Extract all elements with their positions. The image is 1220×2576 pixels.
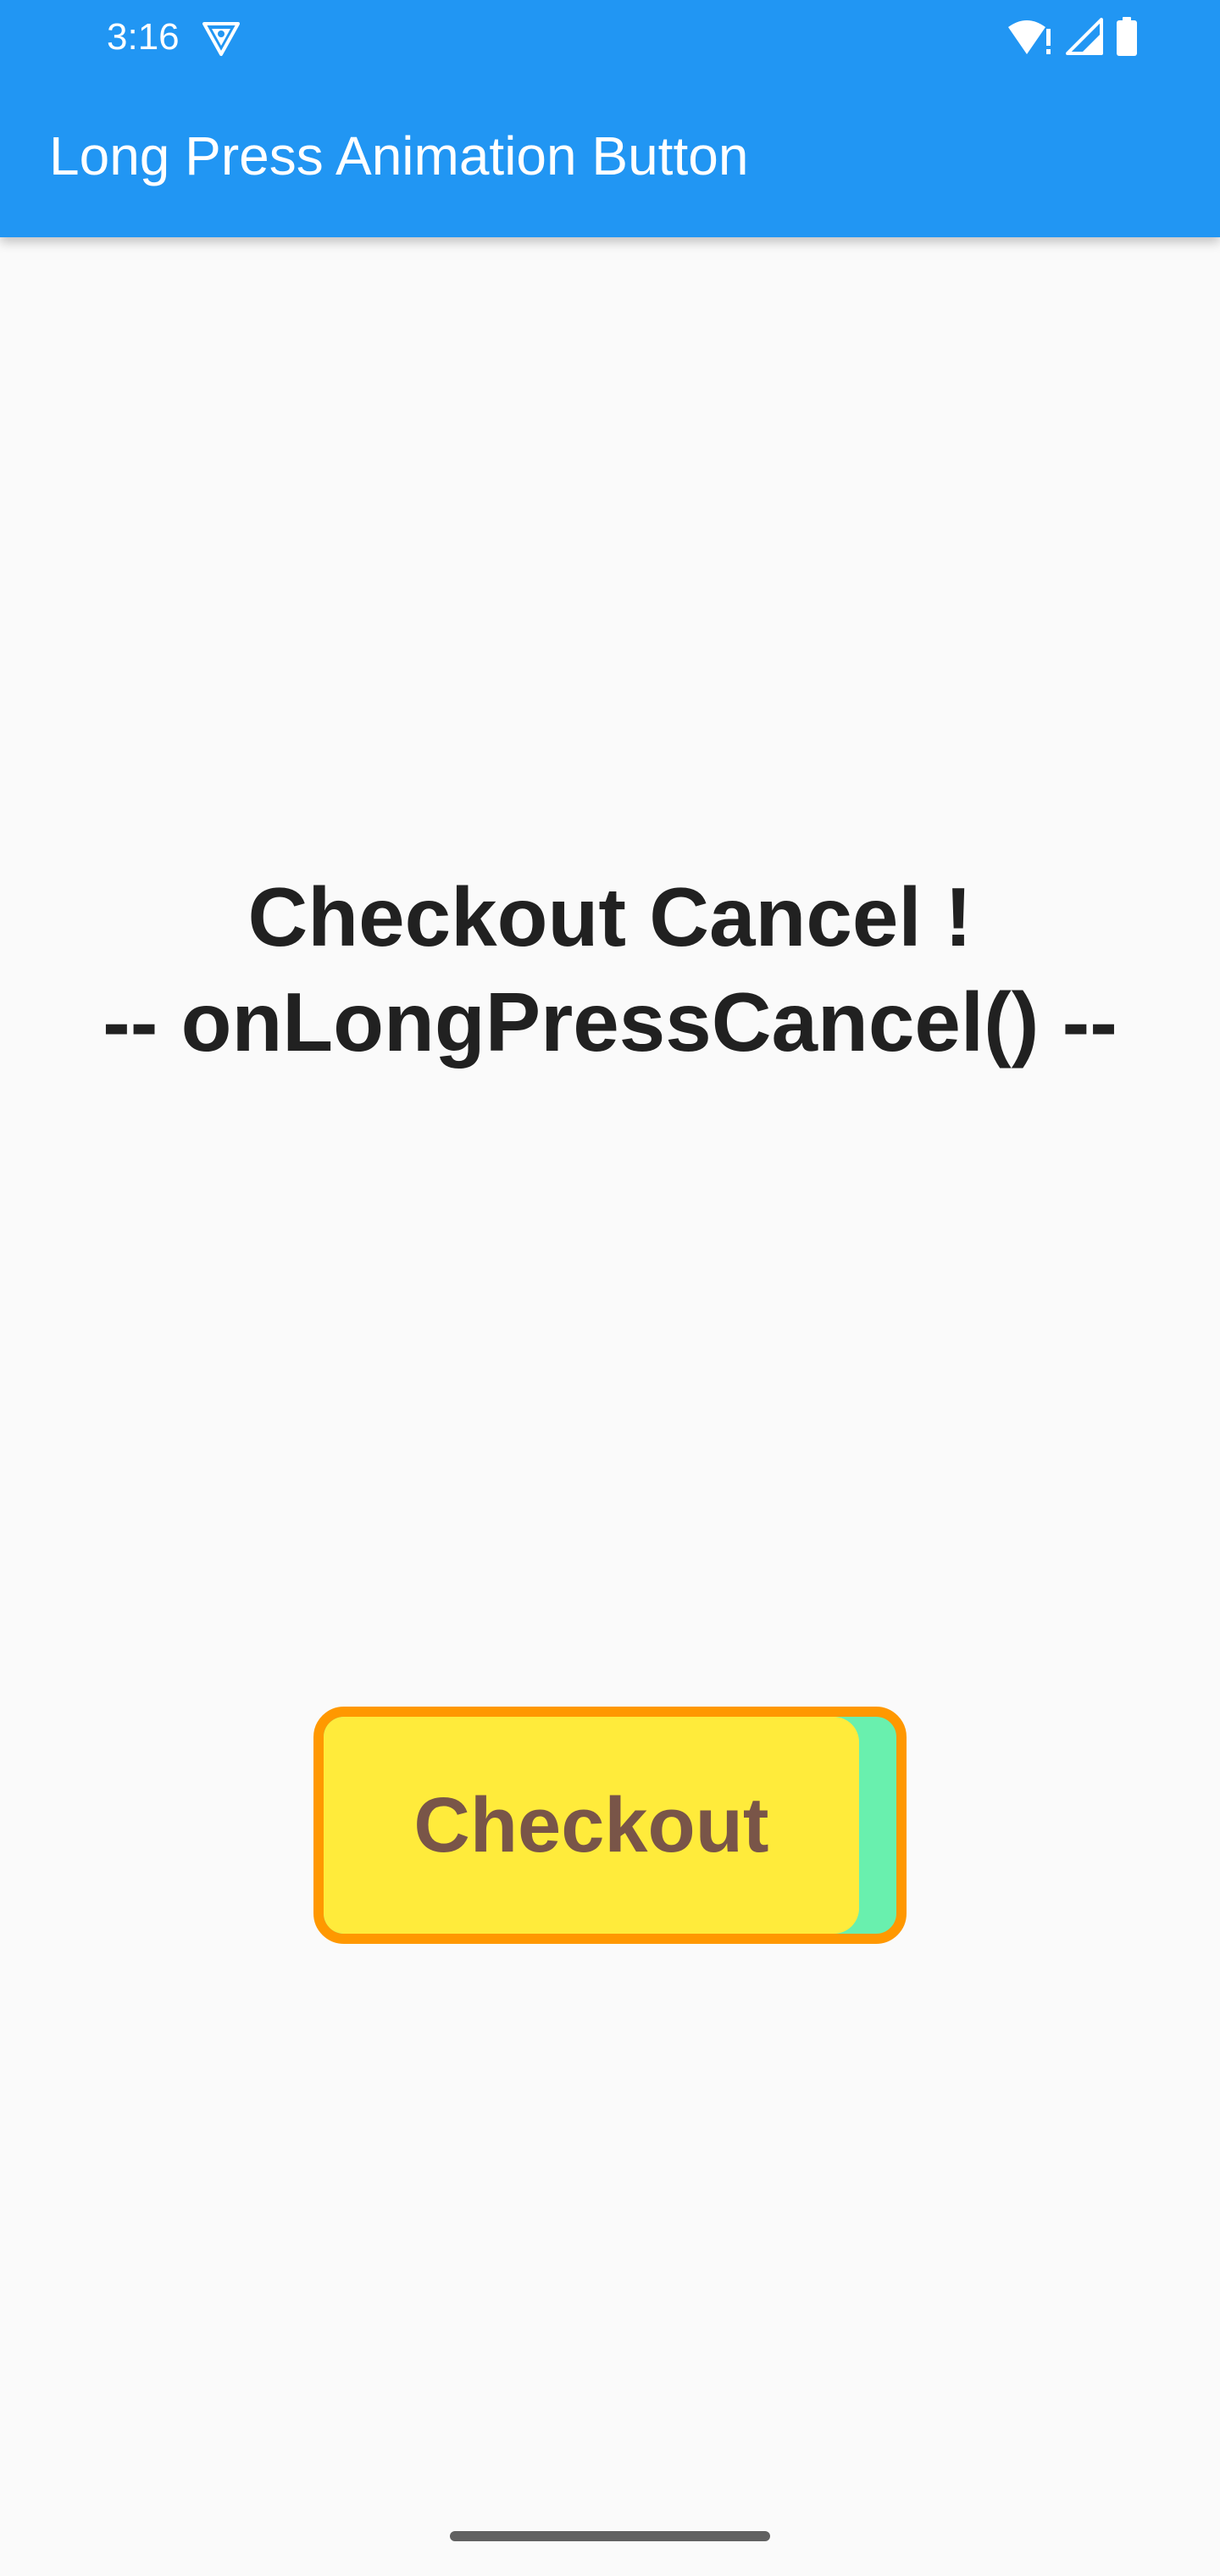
status-message: Checkout Cancel ! -- onLongPressCancel()…: [0, 864, 1220, 1074]
home-indicator[interactable]: [450, 2531, 770, 2541]
status-time: 3:16: [107, 16, 180, 58]
screen: 3:16 Long Press Animation Button Checkou…: [0, 0, 1220, 2576]
cellular-signal-icon: [1066, 17, 1103, 59]
message-line-1: Checkout Cancel !: [247, 870, 973, 963]
battery-icon: [1115, 16, 1139, 60]
shield-app-icon: [200, 17, 242, 59]
checkout-button-label: Checkout: [413, 1781, 769, 1868]
message-line-2: -- onLongPressCancel() --: [103, 975, 1117, 1069]
app-title: Long Press Animation Button: [49, 125, 749, 186]
wifi-alert-icon: [1006, 17, 1054, 60]
app-bar: 3:16 Long Press Animation Button: [0, 0, 1220, 237]
status-icons: [1006, 16, 1139, 60]
checkout-button[interactable]: Checkout: [313, 1707, 907, 1944]
